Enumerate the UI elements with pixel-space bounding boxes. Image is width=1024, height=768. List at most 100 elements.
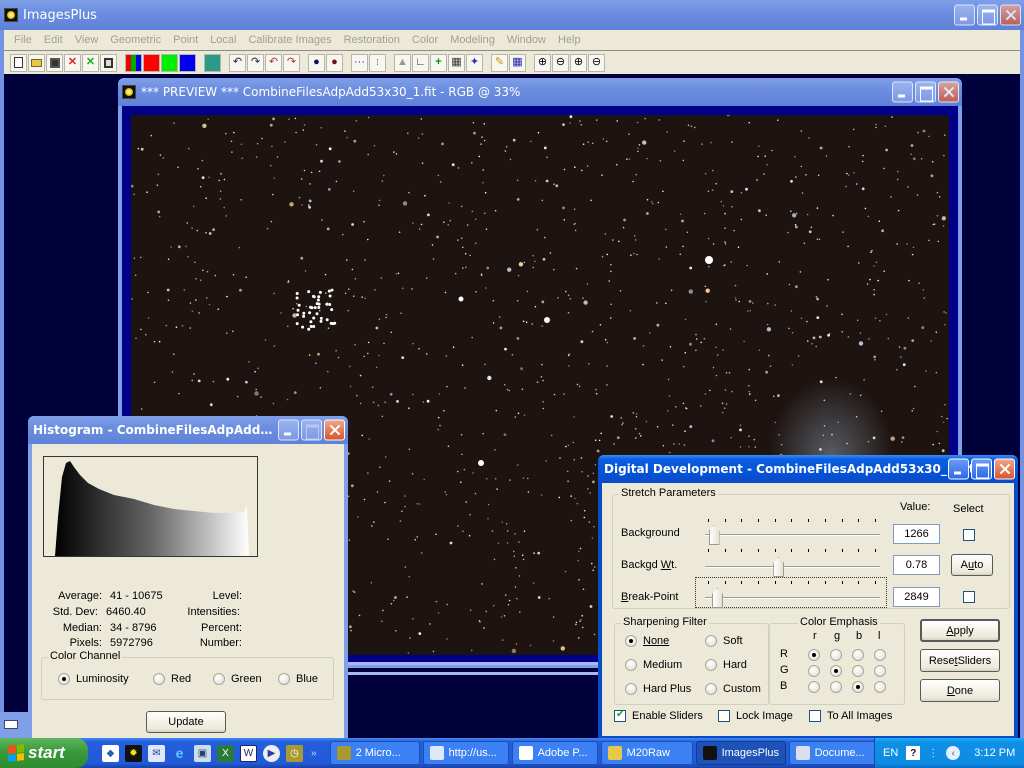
- sharpen-none-option[interactable]: None: [625, 635, 669, 647]
- save-icon[interactable]: [46, 53, 63, 72]
- histogram-close-button[interactable]: [324, 419, 345, 441]
- preview-title-bar[interactable]: *** PREVIEW *** CombineFilesAdpAdd53x30_…: [118, 78, 962, 106]
- dd-close-button[interactable]: [994, 458, 1015, 480]
- blue-dot-icon[interactable]: ●: [308, 53, 325, 72]
- quicklaunch-overflow-icon[interactable]: »: [311, 748, 317, 759]
- background-value-field[interactable]: 1266: [893, 524, 940, 544]
- histogram-plot[interactable]: [43, 456, 258, 557]
- emphasis-radio-B-r[interactable]: [808, 681, 820, 693]
- radio-green[interactable]: [213, 673, 225, 685]
- redo-all-icon[interactable]: ↷: [283, 53, 300, 72]
- app-minimize-button[interactable]: [954, 4, 975, 26]
- emphasis-radio-B-l[interactable]: [874, 681, 886, 693]
- backgd-wt-value-field[interactable]: 0.78: [893, 555, 940, 575]
- language-indicator[interactable]: EN: [883, 747, 898, 759]
- expand-tray-icon[interactable]: ‹: [946, 746, 961, 760]
- lock-image-option[interactable]: Lock Image: [718, 710, 793, 722]
- app-title-bar[interactable]: ImagesPlus: [0, 0, 1024, 30]
- app-maximize-button[interactable]: [977, 4, 998, 26]
- radio-custom[interactable]: [705, 683, 717, 695]
- preview-close-button[interactable]: [938, 81, 959, 103]
- radio-hard-plus[interactable]: [625, 683, 637, 695]
- sharpen-medium-option[interactable]: Medium: [625, 659, 682, 671]
- calculator-icon[interactable]: ▦: [448, 53, 465, 72]
- radio-luminosity[interactable]: [58, 673, 70, 685]
- close-green-icon[interactable]: ✕: [82, 53, 99, 72]
- channel-red-radio[interactable]: Red: [153, 673, 191, 685]
- taskbar-task[interactable]: 2 Micro...: [329, 741, 420, 765]
- emphasis-radio-G-b[interactable]: [852, 665, 864, 677]
- radio-blue[interactable]: [278, 673, 290, 685]
- green-channel-icon[interactable]: [161, 53, 178, 72]
- apply-button[interactable]: Apply: [920, 619, 1000, 642]
- open-icon[interactable]: [28, 53, 45, 72]
- break-point-select-checkbox[interactable]: [963, 591, 975, 603]
- background-slider-track[interactable]: [705, 534, 880, 536]
- backgd-wt-slider-thumb[interactable]: [773, 557, 785, 577]
- preview-maximize-button[interactable]: [915, 81, 936, 103]
- red-channel-icon[interactable]: [143, 53, 160, 72]
- radio-red[interactable]: [153, 673, 165, 685]
- quicklaunch-clock-icon[interactable]: ◷: [286, 744, 303, 762]
- redo-icon[interactable]: ↷: [247, 53, 264, 72]
- menu-color[interactable]: Color: [406, 34, 444, 46]
- help-tray-icon[interactable]: ?: [906, 746, 921, 760]
- menu-window[interactable]: Window: [501, 34, 552, 46]
- quicklaunch-outlook-icon[interactable]: ✉: [148, 744, 165, 762]
- reset-sliders-button[interactable]: Rese t Sliders: [920, 649, 1000, 672]
- start-button[interactable]: start: [0, 738, 88, 768]
- app-close-button[interactable]: [1000, 4, 1021, 26]
- sharpen-hard-option[interactable]: Hard: [705, 659, 747, 671]
- quicklaunch-word-icon[interactable]: W: [240, 744, 257, 762]
- zoom-actual-icon[interactable]: ⊖: [588, 53, 605, 72]
- menu-geometric[interactable]: Geometric: [104, 34, 167, 46]
- menu-local[interactable]: Local: [204, 34, 242, 46]
- emphasis-radio-G-g[interactable]: [830, 665, 842, 677]
- histogram-minimize-button[interactable]: [278, 419, 299, 441]
- break-point-value-field[interactable]: 2849: [893, 587, 940, 607]
- quicklaunch-ie-icon[interactable]: e: [171, 745, 188, 762]
- emphasis-radio-G-l[interactable]: [874, 665, 886, 677]
- dd-minimize-button[interactable]: [948, 458, 969, 480]
- channel-green-radio[interactable]: Green: [213, 673, 262, 685]
- emphasis-radio-B-g[interactable]: [830, 681, 842, 693]
- auto-button[interactable]: Au to: [951, 554, 993, 576]
- menu-point[interactable]: Point: [167, 34, 204, 46]
- taskbar-task[interactable]: Adobe P...: [511, 741, 598, 765]
- taskbar-task[interactable]: http://us...: [422, 741, 509, 765]
- sharpen-hard-plus-option[interactable]: Hard Plus: [625, 683, 691, 695]
- digital-development-title-bar[interactable]: Digital Development - CombineFilesAdpAdd…: [598, 455, 1018, 483]
- emphasis-radio-B-b[interactable]: [852, 681, 864, 693]
- menu-restoration[interactable]: Restoration: [338, 34, 406, 46]
- paint-icon[interactable]: ✦: [466, 53, 483, 72]
- zoom-out-icon[interactable]: ⊖: [552, 53, 569, 72]
- minimized-window[interactable]: [0, 712, 30, 738]
- grid-icon[interactable]: ▦: [509, 53, 526, 72]
- break-point-slider-track[interactable]: [705, 597, 880, 599]
- red-dot-icon[interactable]: ●: [326, 53, 343, 72]
- close-red-icon[interactable]: ✕: [64, 53, 81, 72]
- background-select-checkbox[interactable]: [963, 529, 975, 541]
- histogram-icon[interactable]: ▲: [394, 53, 411, 72]
- emphasis-radio-R-g[interactable]: [830, 649, 842, 661]
- new-icon[interactable]: [10, 53, 27, 72]
- emphasis-radio-R-b[interactable]: [852, 649, 864, 661]
- histogram-title-bar[interactable]: Histogram - CombineFilesAdpAdd53x...: [28, 416, 348, 444]
- backgd-wt-slider-track[interactable]: [705, 566, 880, 568]
- rgb-channels-icon[interactable]: [125, 53, 142, 72]
- done-button[interactable]: Done: [920, 679, 1000, 702]
- emphasis-radio-G-r[interactable]: [808, 665, 820, 677]
- undo-all-icon[interactable]: ↶: [265, 53, 282, 72]
- emphasis-radio-R-l[interactable]: [874, 649, 886, 661]
- update-button[interactable]: Update: [146, 711, 226, 733]
- quicklaunch-show-desktop-icon[interactable]: ◆: [102, 744, 119, 762]
- pencil-icon[interactable]: ✎: [491, 53, 508, 72]
- to-all-images-option[interactable]: To All Images: [809, 710, 892, 722]
- taskbar-task[interactable]: M20Raw: [600, 741, 693, 765]
- crosshair-icon[interactable]: +: [430, 53, 447, 72]
- dots-icon[interactable]: ···: [351, 53, 368, 72]
- undo-icon[interactable]: ↶: [229, 53, 246, 72]
- emphasis-radio-R-r[interactable]: [808, 649, 820, 661]
- blue-channel-icon[interactable]: [179, 53, 196, 72]
- sharpen-custom-option[interactable]: Custom: [705, 683, 761, 695]
